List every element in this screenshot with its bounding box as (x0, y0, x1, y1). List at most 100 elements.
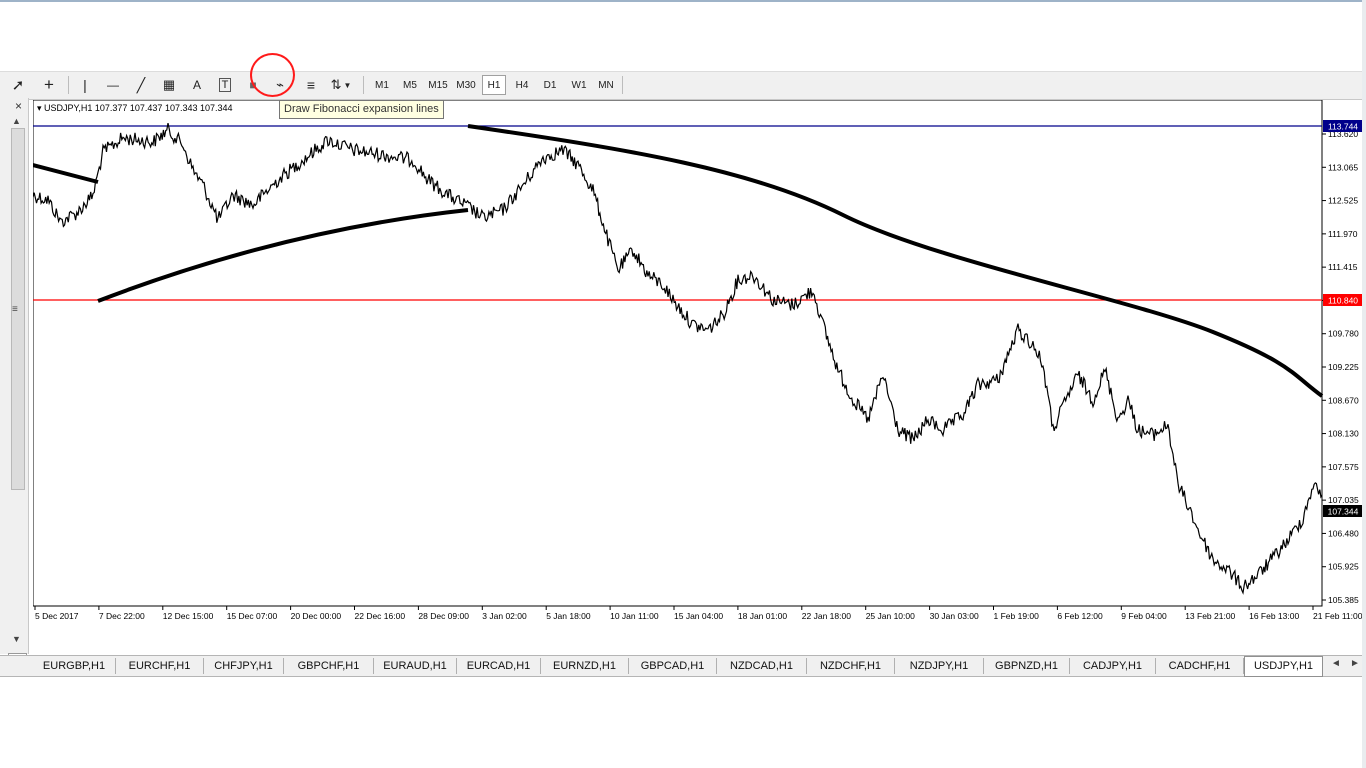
toolbar-separator (68, 76, 69, 94)
price-axis: 113.620113.065112.525111.970111.415110.3… (1322, 129, 1359, 605)
vertical-line-tool-button[interactable]: | (74, 75, 96, 95)
symbol-tab[interactable]: GBPCHF,H1 (284, 658, 374, 674)
label-113-744: 113.744 (1328, 122, 1358, 132)
timeframe-m5-button[interactable]: M5 (399, 75, 421, 95)
scroll-up-icon[interactable]: ▲ (12, 116, 21, 126)
symbol-tab[interactable]: EURGBP,H1 (33, 658, 116, 674)
time-axis-label: 30 Jan 03:00 (930, 611, 979, 621)
time-axis-label: 15 Jan 04:00 (674, 611, 723, 621)
horizontal-line-tool-button[interactable]: — (102, 75, 124, 95)
crosshair-tool-button[interactable]: + (37, 75, 61, 95)
arrows-icon: ⇅ (330, 77, 342, 92)
time-axis-label: 6 Feb 12:00 (1057, 611, 1103, 621)
price-chart[interactable]: 113.620113.065112.525111.970111.415110.3… (33, 100, 1366, 656)
time-axis-label: 28 Dec 09:00 (418, 611, 469, 621)
annotation-circle (250, 53, 295, 97)
text-label-icon: T (218, 78, 232, 92)
timeframe-d1-button[interactable]: D1 (538, 75, 562, 95)
symbol-tab[interactable]: EURCAD,H1 (457, 658, 541, 674)
price-axis-label: 111.970 (1328, 229, 1358, 239)
symbol-tab[interactable]: CHFJPY,H1 (204, 658, 284, 674)
chevron-down-icon: ▼ (343, 80, 352, 90)
symbol-tab[interactable]: NZDCHF,H1 (807, 658, 895, 674)
chart-tabs-bar: EURGBP,H1 EURCHF,H1 CHFJPY,H1 GBPCHF,H1 EURA… (0, 655, 1366, 677)
symbol-tab[interactable]: EURAUD,H1 (374, 658, 457, 674)
timeframe-mn-button[interactable]: MN (594, 75, 618, 95)
price-axis-label: 109.225 (1328, 362, 1359, 372)
symbol-tab[interactable]: CADJPY,H1 (1070, 658, 1156, 674)
horizontal-line-icon: — (107, 78, 119, 92)
time-axis: 5 Dec 2017 7 Dec 22:00 12 Dec 15:00 15 Dec … (34, 606, 1363, 621)
tab-scroll-right-icon[interactable]: ► (1350, 658, 1360, 669)
price-axis-label: 108.670 (1328, 395, 1359, 405)
timeframe-m30-button[interactable]: M30 (453, 75, 479, 95)
price-axis-label: 112.525 (1328, 196, 1358, 206)
time-axis-label: 22 Jan 18:00 (802, 611, 851, 621)
time-axis-label: 9 Feb 04:00 (1121, 611, 1167, 621)
symbol-tab[interactable]: NZDJPY,H1 (895, 658, 984, 674)
symbol-tab[interactable]: GBPCAD,H1 (629, 658, 717, 674)
timeframe-m15-button[interactable]: M15 (425, 75, 451, 95)
toolbar-separator (622, 76, 623, 94)
toolbar-separator (363, 76, 364, 94)
time-axis-label: 3 Jan 02:00 (482, 611, 527, 621)
channel-icon: ▦ (162, 77, 176, 92)
price-axis-label: 111.415 (1328, 262, 1358, 272)
price-axis-label: 108.130 (1328, 429, 1359, 439)
trendline-tool-button[interactable]: ╱ (130, 75, 152, 95)
time-axis-label: 5 Jan 18:00 (546, 611, 591, 621)
panel-resize-handle[interactable]: ≡ (12, 304, 18, 315)
price-axis-label: 105.385 (1328, 595, 1359, 605)
label-110-840: 110.840 (1328, 296, 1358, 306)
symbol-tab[interactable]: NZDCAD,H1 (717, 658, 807, 674)
time-axis-label: 20 Dec 00:00 (291, 611, 342, 621)
price-axis-label: 107.035 (1328, 495, 1359, 505)
time-axis-label: 22 Dec 16:00 (355, 611, 406, 621)
price-axis-label: 107.575 (1328, 462, 1359, 472)
time-axis-label: 12 Dec 15:00 (163, 611, 214, 621)
symbol-tab[interactable]: EURNZD,H1 (541, 658, 629, 674)
scroll-down-icon[interactable]: ▼ (12, 634, 21, 644)
crosshair-icon: + (44, 75, 54, 94)
price-label-red: 110.840 (1323, 294, 1363, 306)
price-axis-label: 105.925 (1328, 562, 1359, 572)
price-label-current: 107.344 (1323, 505, 1363, 517)
arrows-tool-button[interactable]: ⇅ ▼ (328, 75, 354, 95)
window-top-border (0, 0, 1366, 2)
timeframe-h4-button[interactable]: H4 (510, 75, 534, 95)
navigator-panel: × ▲ ▼ ≡ Sy (0, 98, 29, 671)
time-axis-label: 10 Jan 11:00 (610, 611, 659, 621)
label-current-price: 107.344 (1328, 507, 1359, 517)
timeframe-w1-button[interactable]: W1 (567, 75, 591, 95)
timeframe-m1-button[interactable]: M1 (371, 75, 393, 95)
price-label-blue: 113.744 (1323, 120, 1363, 132)
tab-scroll-left-icon[interactable]: ◄ (1331, 658, 1341, 669)
time-axis-label: 16 Feb 13:00 (1249, 611, 1299, 621)
price-axis-label: 109.780 (1328, 329, 1359, 339)
text-icon: A (192, 78, 201, 92)
chart-plot-area (33, 100, 1323, 607)
fibo-retracement-tool-button[interactable]: ≡ (300, 75, 322, 95)
drawing-toolbar: ➚ + | — ╱ ▦ A T ■ ⌁ ≡ ⇅ ▼ M1 M5 M15 M30 H… (0, 71, 1366, 100)
price-axis-label: 106.480 (1328, 528, 1359, 538)
symbol-tab[interactable]: USDJPY,H1 (1244, 656, 1323, 677)
time-axis-label: 5 Dec 2017 (35, 611, 79, 621)
chart-title: ▾ USDJPY,H1 107.377 107.437 107.343 107.… (37, 103, 233, 113)
window-right-edge (1362, 0, 1366, 768)
channel-tool-button[interactable]: ▦ (158, 75, 180, 95)
cursor-tool-button[interactable]: ➚ (6, 75, 30, 95)
trendline-icon: ╱ (136, 76, 146, 93)
time-axis-label: 1 Feb 19:00 (994, 611, 1040, 621)
text-tool-button[interactable]: A (186, 75, 208, 95)
symbol-tab[interactable]: EURCHF,H1 (116, 658, 204, 674)
time-axis-label: 18 Jan 01:00 (738, 611, 787, 621)
symbol-tab[interactable]: CADCHF,H1 (1156, 658, 1244, 674)
fibo-expansion-tooltip: Draw Fibonacci expansion lines (279, 100, 444, 119)
time-axis-label: 13 Feb 21:00 (1185, 611, 1235, 621)
time-axis-label: 15 Dec 07:00 (227, 611, 278, 621)
timeframe-h1-button[interactable]: H1 (482, 75, 506, 95)
fibonacci-retracement-icon: ≡ (306, 77, 316, 93)
text-label-tool-button[interactable]: T (214, 75, 236, 95)
symbol-tab[interactable]: GBPNZD,H1 (984, 658, 1070, 674)
panel-close-icon[interactable]: × (15, 99, 22, 113)
